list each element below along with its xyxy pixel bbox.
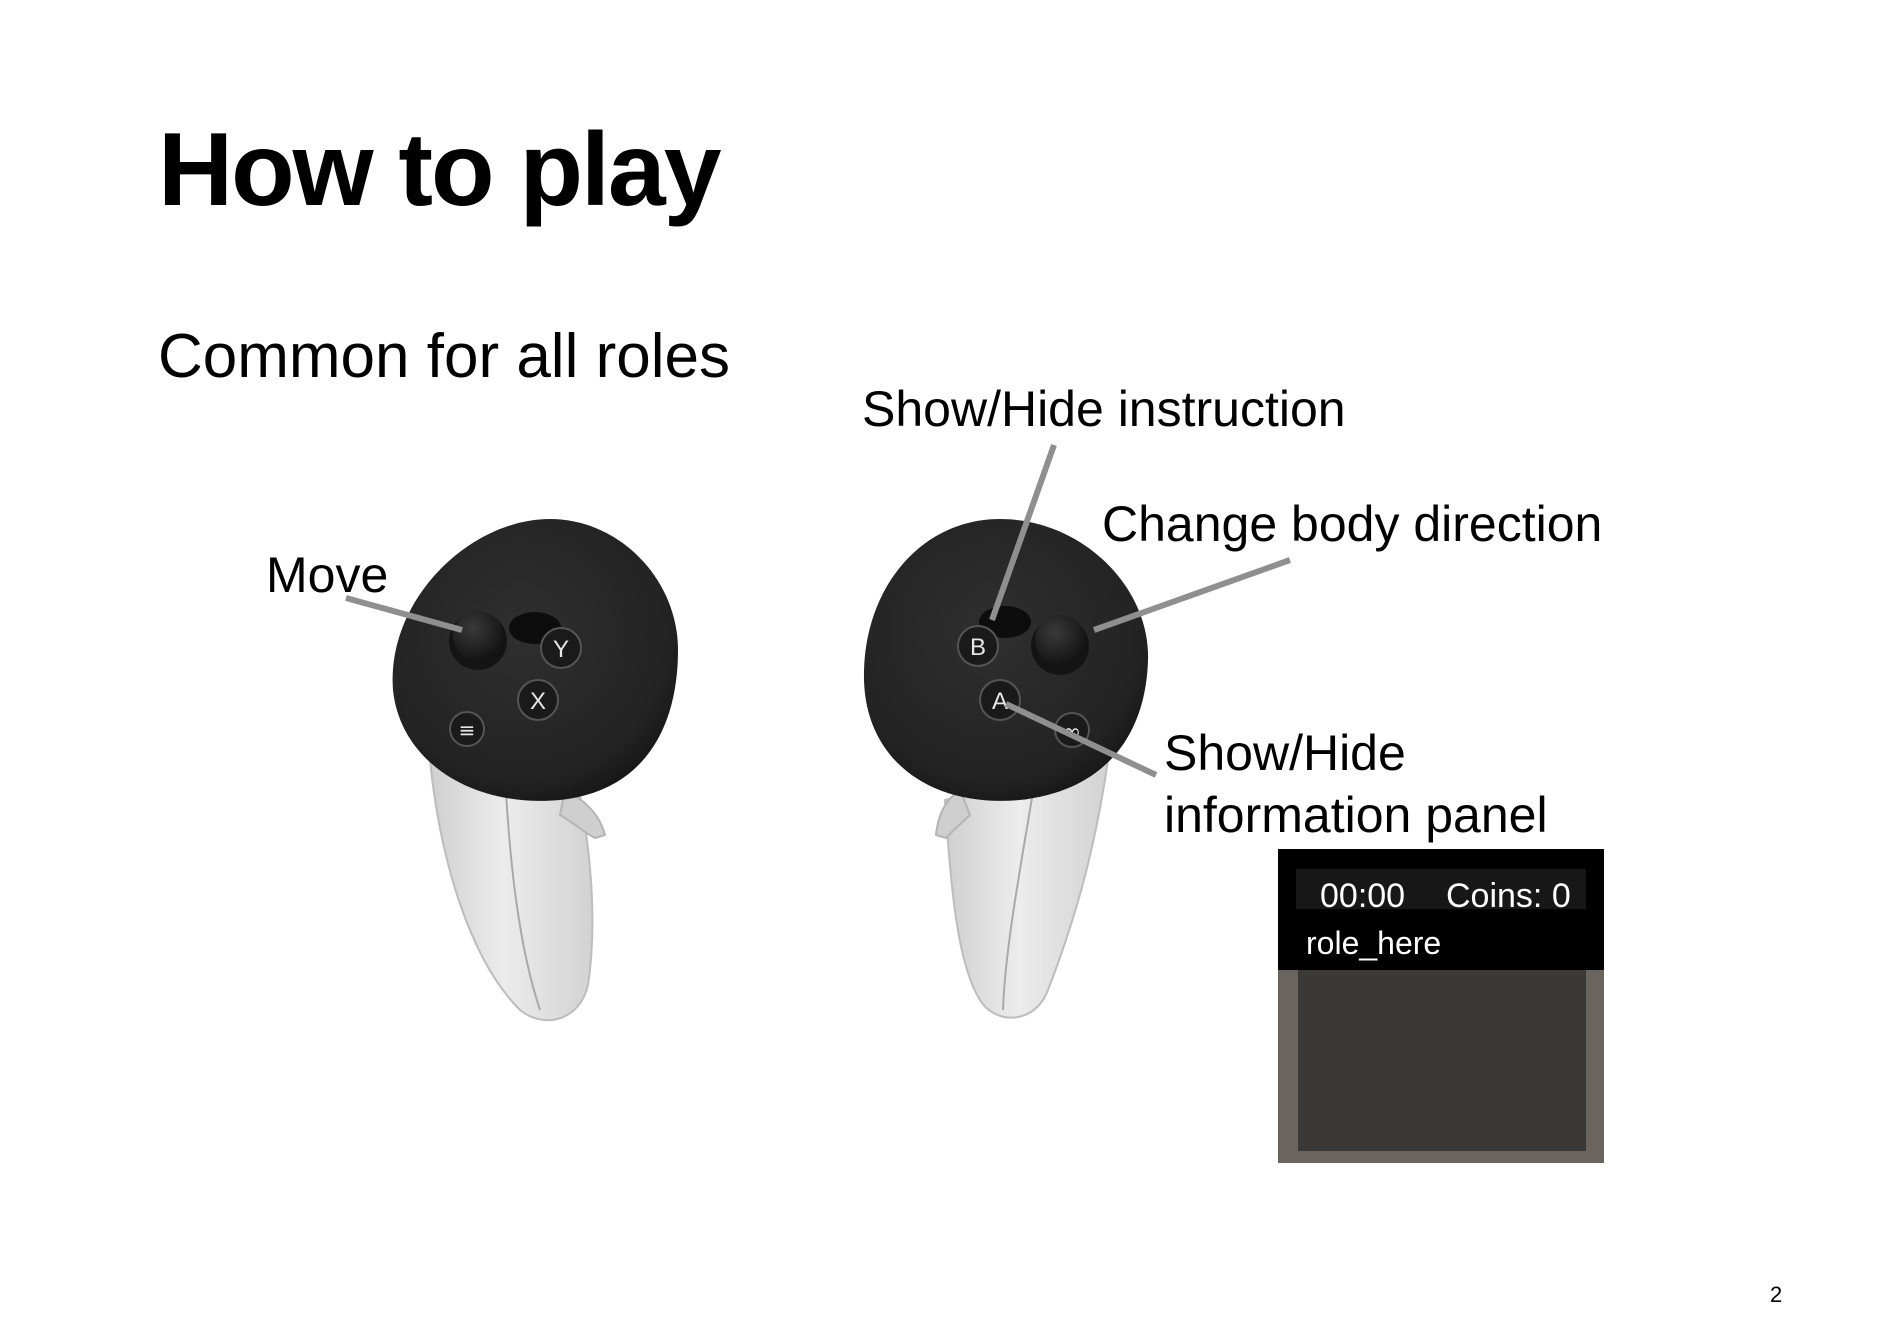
- button-a-glyph: A: [992, 688, 1008, 715]
- label-change-body-direction: Change body direction: [1102, 496, 1603, 552]
- slide-number: 2: [1770, 1282, 1783, 1307]
- right-controller-head: [863, 519, 1149, 801]
- label-info-panel-line2: information panel: [1164, 787, 1548, 843]
- information-panel-preview: 00:00 Coins: 0 role_here: [1278, 849, 1604, 1163]
- panel-header: 00:00 Coins: 0 role_here: [1278, 849, 1604, 970]
- panel-coins: Coins: 0: [1446, 877, 1571, 915]
- label-show-hide-information-panel: Show/Hide information panel: [1164, 722, 1548, 846]
- menu-icon: ≡: [459, 718, 476, 742]
- button-y-glyph: Y: [553, 636, 569, 663]
- label-show-hide-instruction: Show/Hide instruction: [862, 381, 1346, 437]
- label-move: Move: [266, 547, 389, 603]
- controllers-illustration: Y X ≡ B A ∞: [345, 443, 1292, 1022]
- button-b: B: [957, 625, 999, 667]
- left-controller-head: [392, 519, 678, 801]
- button-x-glyph: X: [530, 688, 546, 715]
- right-controller: B A ∞: [863, 519, 1149, 1019]
- panel-timer: 00:00: [1320, 877, 1406, 915]
- panel-role: role_here: [1306, 925, 1442, 961]
- label-info-panel-line1: Show/Hide: [1164, 725, 1406, 781]
- menu-button: ≡: [449, 711, 485, 747]
- button-b-glyph: B: [970, 634, 986, 661]
- button-a: A: [979, 679, 1021, 721]
- left-controller: Y X ≡: [392, 519, 678, 1022]
- button-y: Y: [540, 627, 582, 669]
- button-x: X: [517, 679, 559, 721]
